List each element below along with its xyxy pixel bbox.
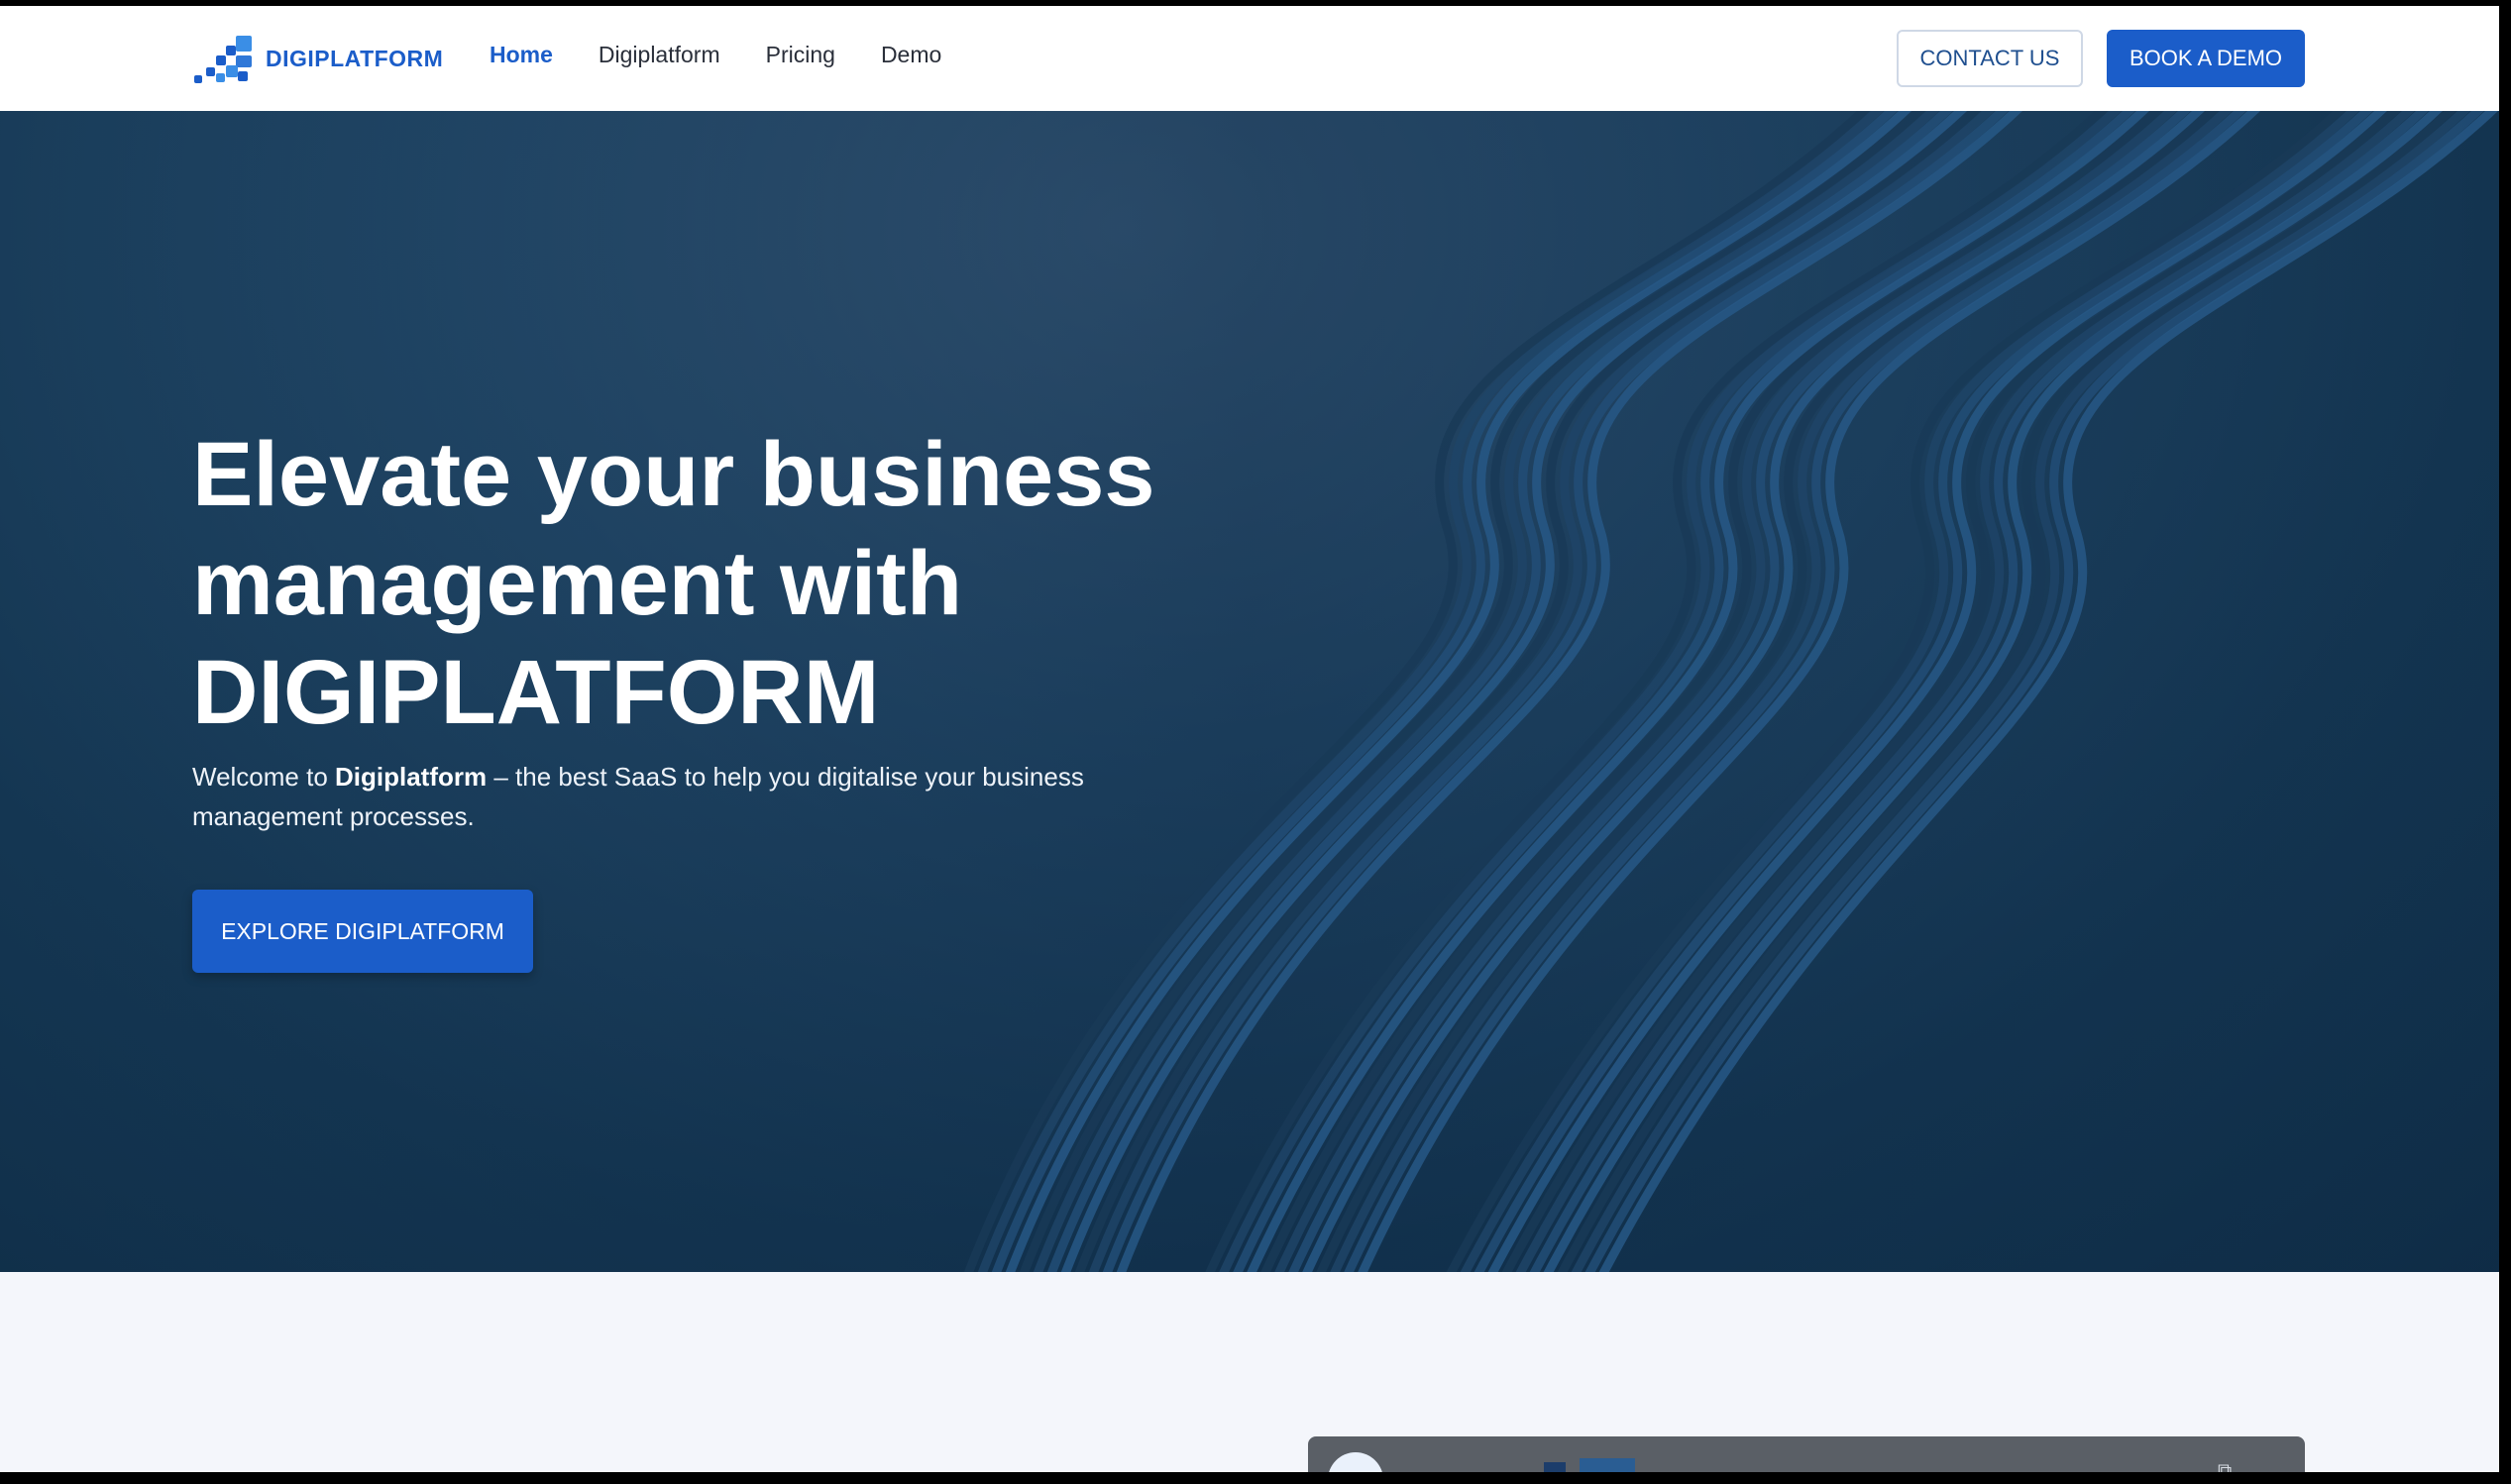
page: DIGIPLATFORM Home Digiplatform Pricing D…	[0, 6, 2499, 1472]
hero-subtitle-prefix: Welcome to	[192, 762, 336, 792]
logo-text: DIGIPLATFORM	[266, 45, 444, 71]
main-nav: Home Digiplatform Pricing Demo	[490, 42, 941, 68]
hero-section: Elevate your business management with DI…	[0, 111, 2499, 1272]
hero-title-line: management with	[192, 533, 963, 634]
nav-pricing[interactable]: Pricing	[766, 42, 835, 68]
hero-title-line: DIGIPLATFORM	[192, 642, 880, 743]
hero-title-line: Elevate your business	[192, 424, 1155, 525]
hero-subtitle-brand: Digiplatform	[335, 762, 488, 792]
hero-title: Elevate your business management with DI…	[192, 420, 1282, 747]
logo-icon	[192, 32, 254, 85]
explore-digiplatform-button[interactable]: EXPLORE DIGIPLATFORM	[192, 890, 533, 973]
nav-demo[interactable]: Demo	[881, 42, 941, 68]
nav-home[interactable]: Home	[490, 42, 553, 68]
hero-subtitle: Welcome to Digiplatform – the best SaaS …	[192, 757, 1144, 836]
copy-icon[interactable]: ⧉	[2218, 1460, 2239, 1472]
contact-us-button[interactable]: CONTACT US	[1897, 30, 2083, 87]
book-demo-button[interactable]: BOOK A DEMO	[2107, 30, 2305, 87]
nav-digiplatform[interactable]: Digiplatform	[599, 42, 720, 68]
logo[interactable]: DIGIPLATFORM	[192, 32, 443, 85]
preview-logo-block	[1580, 1458, 1635, 1472]
dashboard-preview: ⧉	[1308, 1436, 2305, 1472]
avatar	[1328, 1452, 1383, 1472]
preview-logo-block	[1544, 1462, 1566, 1472]
site-header: DIGIPLATFORM Home Digiplatform Pricing D…	[0, 6, 2499, 112]
